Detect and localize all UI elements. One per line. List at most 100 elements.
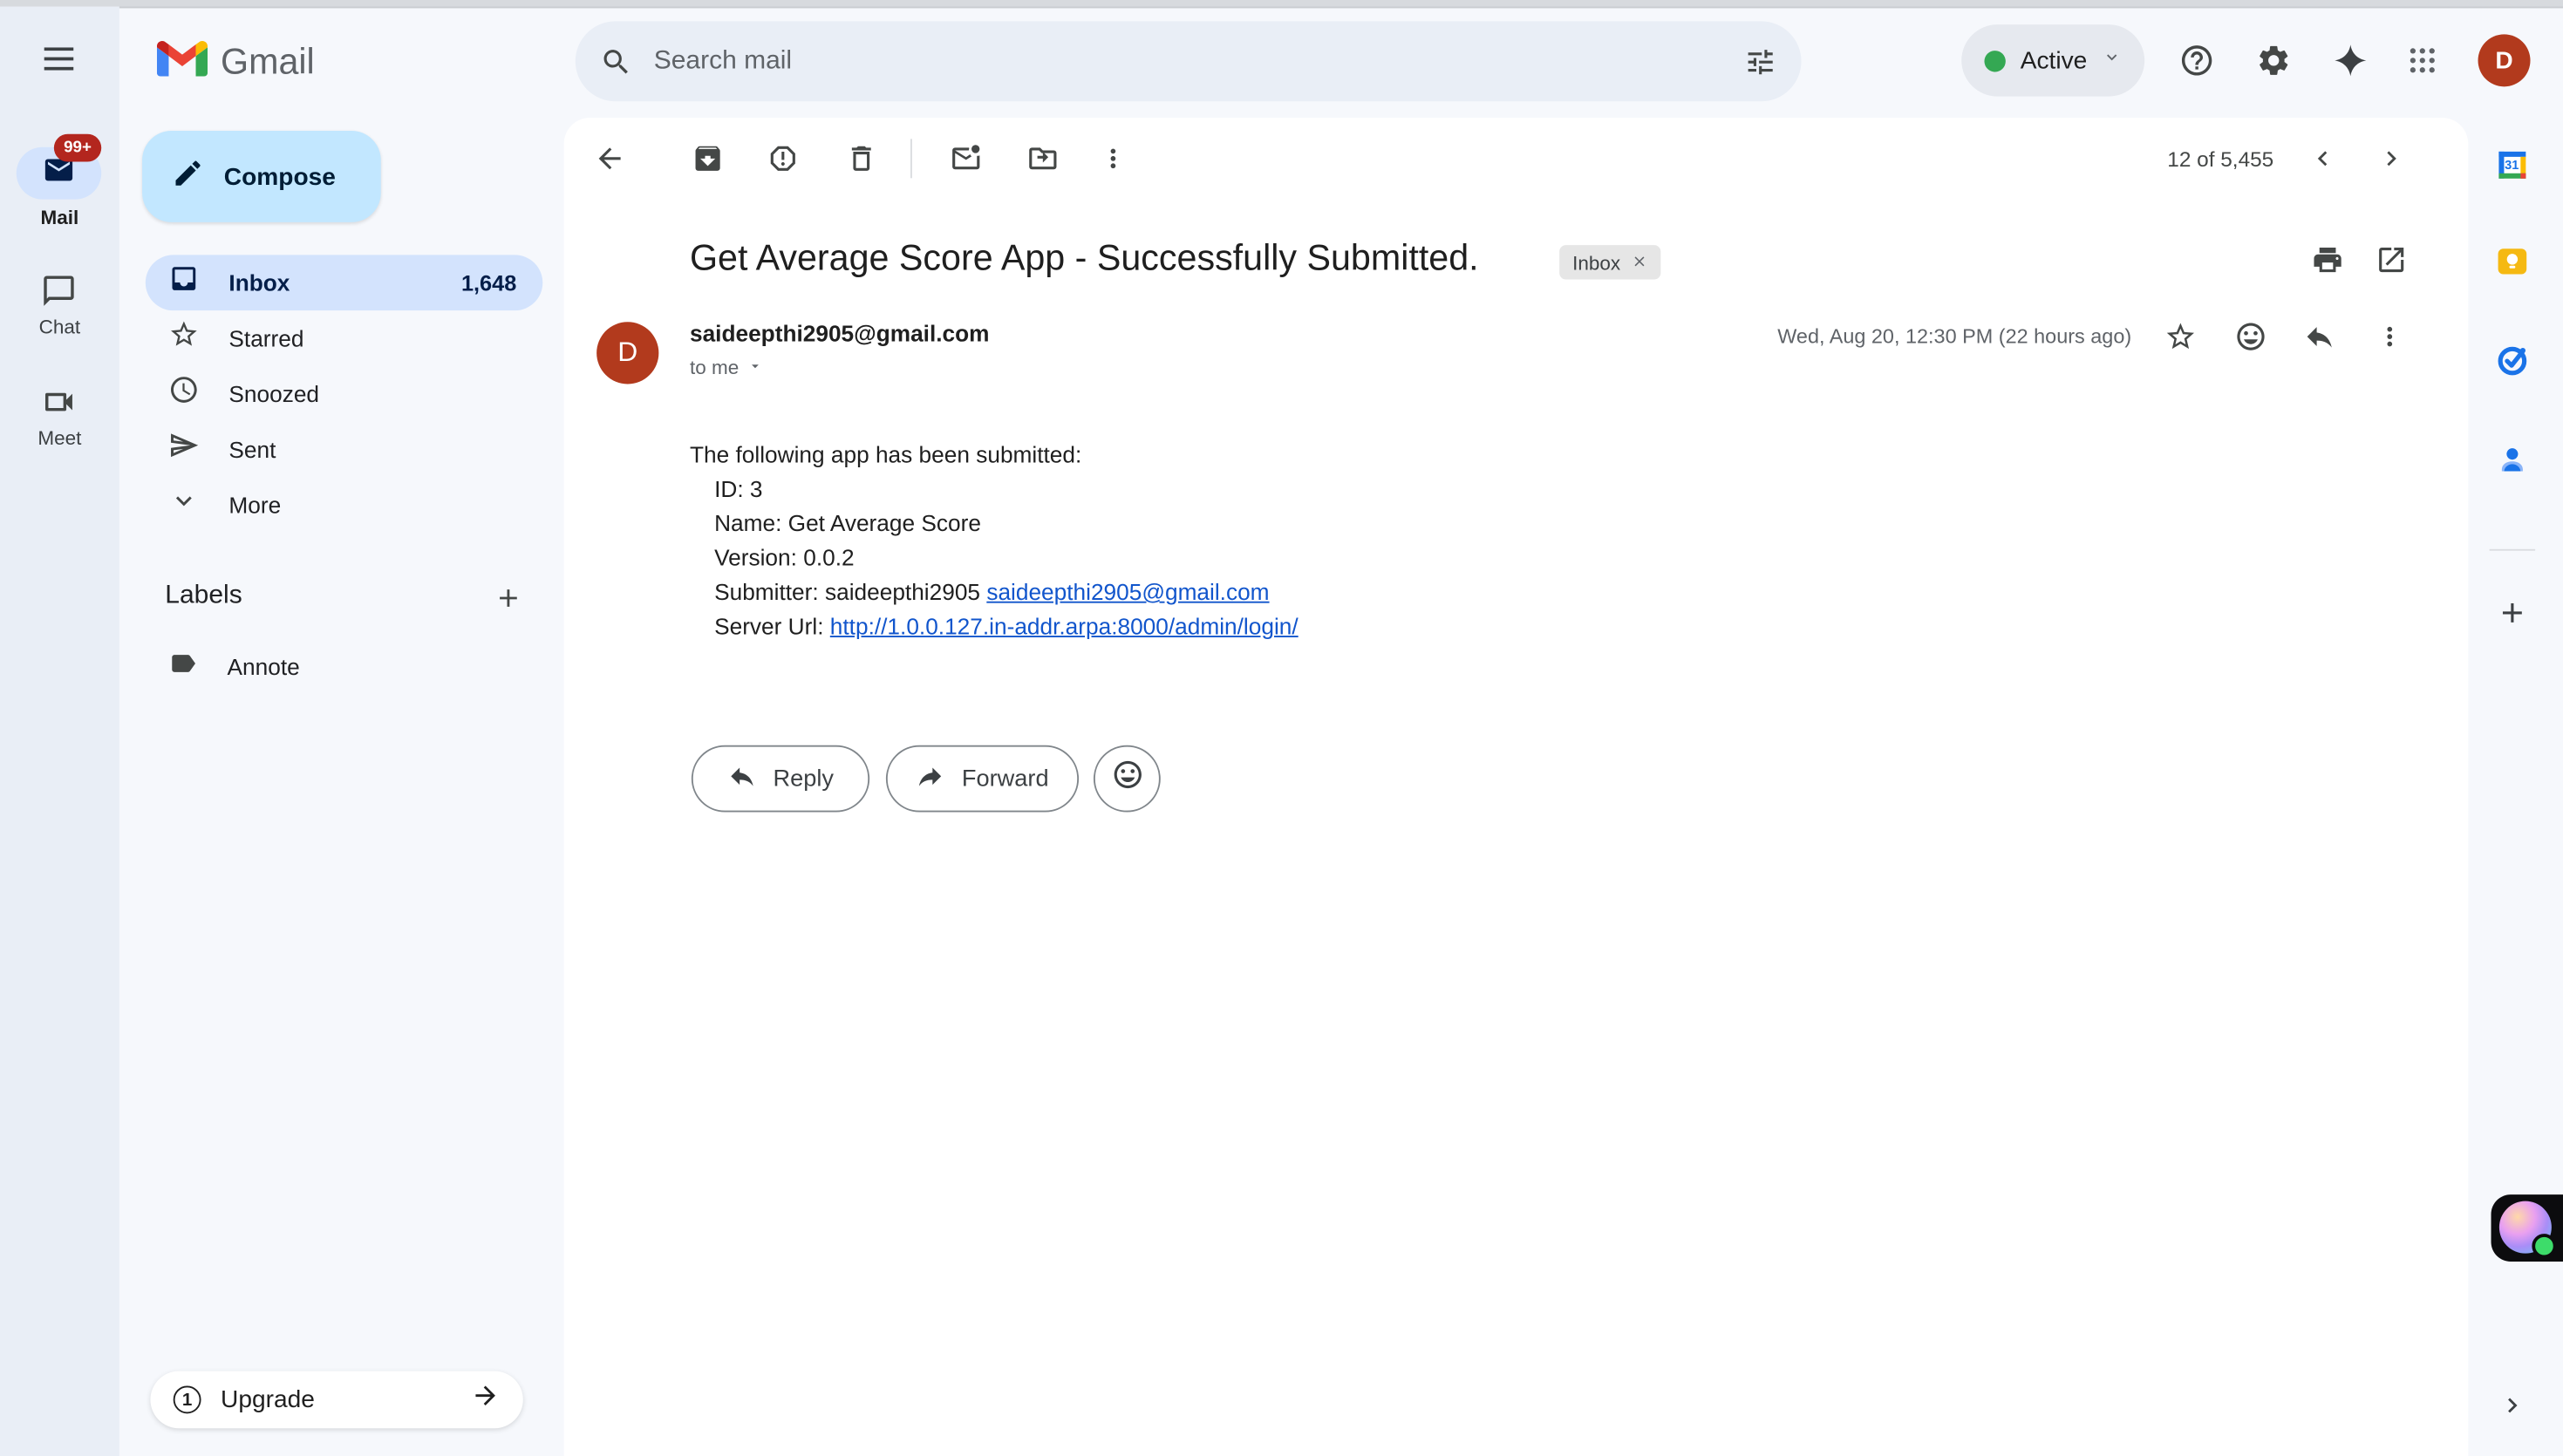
gear-icon [2256, 43, 2292, 78]
label-tag-icon [168, 648, 198, 685]
body-field-name: Name: Get Average Score [690, 507, 1299, 541]
sender-avatar[interactable]: D [596, 322, 658, 384]
sender-email[interactable]: saideepthi2905@gmail.com [690, 320, 990, 346]
main-menu-button[interactable] [26, 26, 92, 92]
delete-button[interactable] [828, 126, 894, 191]
chip-label: Inbox [1572, 251, 1620, 274]
google-apps-button[interactable] [2389, 28, 2455, 93]
calendar-panel-button[interactable]: 31 [2479, 133, 2545, 198]
upgrade-label: Upgrade [221, 1385, 451, 1413]
sidebar-item-snoozed[interactable]: Snoozed [146, 366, 542, 422]
mail-unread-badge: 99+ [54, 134, 101, 162]
tasks-icon [2494, 342, 2530, 378]
profile-avatar[interactable]: D [2478, 34, 2531, 86]
assistant-status-dot [2532, 1234, 2556, 1258]
emoji-icon [2234, 320, 2266, 352]
arrow-right-icon [471, 1381, 501, 1419]
rail-item-meet[interactable] [26, 370, 92, 435]
star-message-button[interactable] [2148, 304, 2213, 370]
mark-unread-button[interactable] [933, 126, 999, 191]
apps-grid-icon [2406, 44, 2438, 77]
body-field-id: ID: 3 [690, 473, 1299, 507]
chevron-down-icon [168, 486, 200, 525]
open-in-new-icon [2375, 243, 2407, 276]
chevron-down-icon [2102, 45, 2121, 75]
forward-label: Forward [962, 765, 1049, 792]
plus-icon [2496, 596, 2528, 629]
search-bar [576, 21, 1802, 101]
gemini-button[interactable] [2318, 28, 2383, 93]
mark-unread-icon [950, 142, 982, 174]
show-side-panel-button[interactable] [2479, 1372, 2545, 1438]
older-email-button[interactable] [2359, 126, 2424, 191]
add-reaction-button[interactable] [1094, 745, 1161, 813]
tasks-panel-button[interactable] [2479, 327, 2545, 392]
hamburger-icon [44, 47, 74, 70]
body-field-server-url: Server Url: http://1.0.0.127.in-addr.arp… [690, 609, 1299, 643]
move-to-button[interactable] [1010, 126, 1075, 191]
print-button[interactable] [2295, 228, 2361, 293]
rail-label-mail[interactable]: Mail [0, 206, 119, 228]
email-body: The following app has been submitted: ID… [690, 438, 1299, 643]
reply-arrow-icon [727, 761, 757, 797]
app-name: Gmail [221, 38, 315, 84]
reply-arrow-icon [2303, 320, 2335, 352]
sidebar-item-label: More [228, 492, 281, 518]
body-field-submitter: Submitter: saideepthi2905 saideepthi2905… [690, 575, 1299, 609]
clock-icon [168, 374, 200, 413]
get-addons-button[interactable] [2479, 580, 2545, 645]
search-input[interactable] [647, 46, 1729, 76]
sidebar-item-inbox[interactable]: Inbox 1,648 [146, 255, 542, 310]
status-label: Active [2021, 46, 2088, 74]
chevron-right-icon [2498, 1391, 2527, 1420]
rail-label-meet[interactable]: Meet [0, 426, 119, 449]
submitter-email-link[interactable]: saideepthi2905@gmail.com [986, 579, 1269, 605]
message-more-button[interactable] [2357, 304, 2423, 370]
kebab-icon [2375, 322, 2404, 351]
chip-remove-icon[interactable] [1632, 251, 1648, 274]
open-in-new-button[interactable] [2359, 228, 2424, 293]
star-icon [168, 319, 200, 358]
sidebar-item-more[interactable]: More [146, 477, 542, 533]
toolbar-divider [910, 139, 912, 178]
help-icon [2179, 43, 2215, 78]
compose-label: Compose [224, 162, 336, 190]
create-label-button[interactable] [479, 568, 537, 627]
sidebar-item-label: Inbox [228, 269, 290, 296]
report-spam-button[interactable] [750, 126, 815, 191]
recipient-details-toggle[interactable]: to me [690, 357, 763, 379]
calendar-icon: 31 [2494, 147, 2530, 183]
search-options-button[interactable] [1729, 31, 1791, 92]
compose-button[interactable]: Compose [142, 131, 381, 222]
upgrade-button[interactable]: 1 Upgrade [150, 1371, 522, 1429]
sidebar-label-annote[interactable]: Annote [146, 639, 542, 695]
forward-button[interactable]: Forward [886, 745, 1079, 813]
kebab-icon [1099, 144, 1128, 173]
back-button[interactable] [577, 126, 643, 191]
rail-label-chat[interactable]: Chat [0, 316, 119, 338]
meet-icon [41, 384, 77, 419]
rail-item-chat[interactable] [26, 258, 92, 323]
browser-edge [0, 0, 2563, 8]
inbox-label-chip[interactable]: Inbox [1559, 245, 1661, 279]
trash-icon [845, 142, 877, 174]
emoji-reaction-button[interactable] [2219, 304, 2284, 370]
send-icon [168, 430, 200, 469]
inbox-count: 1,648 [461, 270, 516, 295]
settings-button[interactable] [2241, 28, 2307, 93]
status-selector[interactable]: Active [1961, 24, 2144, 96]
sidebar-item-starred[interactable]: Starred [146, 310, 542, 366]
server-url-link[interactable]: http://1.0.0.127.in-addr.arpa:8000/admin… [830, 613, 1299, 639]
body-field-version: Version: 0.0.2 [690, 541, 1299, 575]
keep-panel-button[interactable] [2479, 228, 2545, 294]
contacts-panel-button[interactable] [2479, 426, 2545, 492]
extension-assistant-widget[interactable] [2491, 1194, 2563, 1262]
newer-email-button[interactable] [2290, 126, 2355, 191]
reply-icon-button[interactable] [2287, 304, 2352, 370]
help-button[interactable] [2164, 28, 2230, 93]
search-button[interactable] [585, 31, 647, 92]
archive-button[interactable] [675, 126, 740, 191]
reply-button[interactable]: Reply [692, 745, 869, 813]
sidebar-item-sent[interactable]: Sent [146, 422, 542, 478]
more-actions-button[interactable] [1080, 126, 1146, 191]
